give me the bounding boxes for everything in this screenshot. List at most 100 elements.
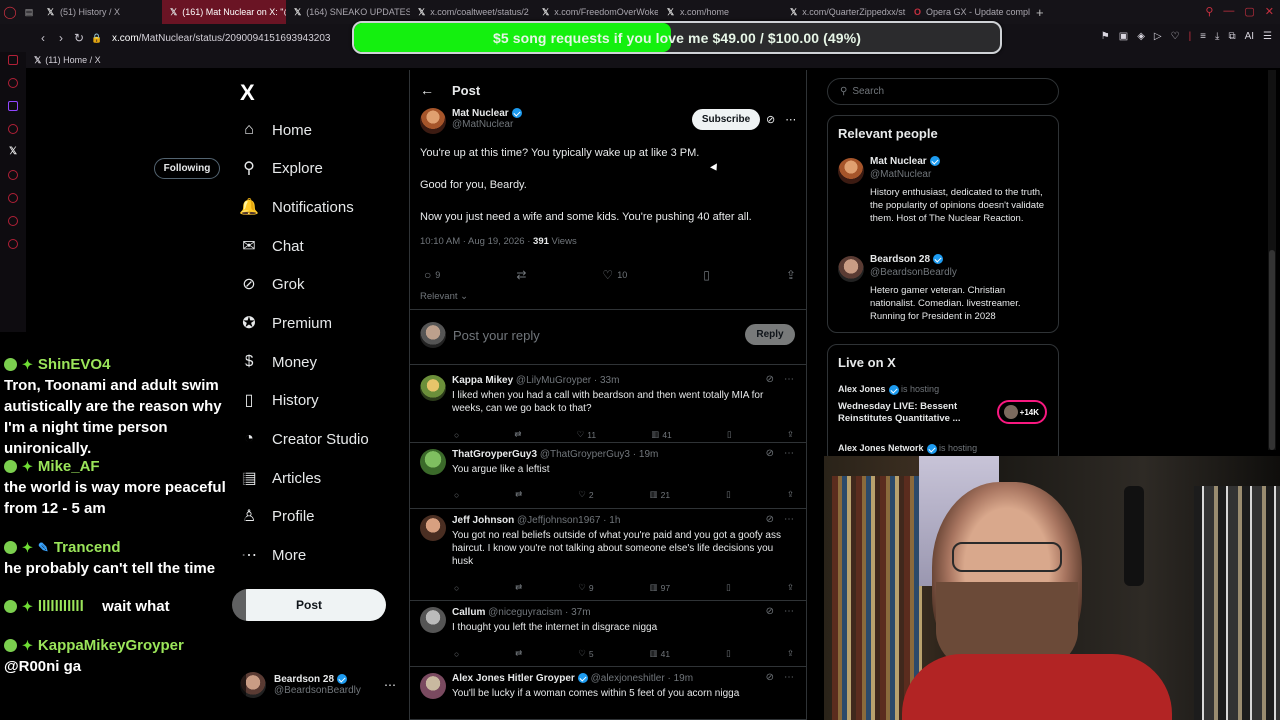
discord-icon[interactable] [8,124,18,134]
reply-item[interactable]: ThatGroyperGuy3 @ThatGroyperGuy3 · 19m ⊘ ⋯… [410,443,806,509]
main-menu-icon[interactable]: ☰ [1263,31,1272,42]
reply-icon[interactable]: ○ [454,429,459,440]
menu-lines-icon[interactable]: ≡ [1200,31,1206,42]
share-icon[interactable]: ⇪ [787,429,794,440]
following-button[interactable]: Following [154,158,220,179]
views-action[interactable]: ▥ 41 [651,429,672,440]
live-stream-title[interactable]: Wednesday LIVE: Bessent Reinstitutes Qua… [838,401,998,425]
bookmark-icon[interactable]: ▯ [726,489,731,500]
bookmark-action[interactable]: ▯ [703,268,710,282]
url-field[interactable]: x.com/MatNuclear/status/2090094151693943… [112,33,330,44]
grok-icon[interactable]: ⊘ [766,374,774,385]
reply-action[interactable]: ○ 9 [424,268,440,282]
post-timestamp[interactable]: 10:10 AM · Aug 19, 2026 · [420,236,533,247]
more-icon[interactable]: ⋯ [384,678,396,692]
minimize-icon[interactable]: — [1223,5,1234,18]
extensions-icon[interactable]: ⧉ [1228,31,1235,42]
browser-tab-active[interactable]: 𝕏 (161) Mat Nuclear on X: "@ [162,0,286,24]
grok-icon[interactable]: ⊘ [766,672,774,683]
close-icon[interactable]: ✕ [1265,5,1274,18]
clock-icon[interactable] [8,170,18,180]
reply-item[interactable]: Callum @niceguyracism · 37m ⊘ ⋯ I thought y… [410,601,806,667]
more-icon[interactable]: ⋯ [785,113,796,126]
play-icon[interactable]: ▷ [1154,31,1162,42]
cube-icon[interactable] [8,216,18,226]
search-input[interactable]: ⚲ Search [827,78,1059,105]
live-listeners-badge[interactable]: +14K [997,400,1047,424]
snapshot-icon[interactable]: ▣ [1119,31,1128,42]
nav-item-articles[interactable]: ▤ Articles [240,469,321,488]
twitch-icon[interactable] [8,101,18,111]
reply-item[interactable]: Jeff Johnson @Jeffjohnson1967 · 1h ⊘ ⋯ You … [410,509,806,601]
nav-item-home[interactable]: ⌂ Home [240,121,312,139]
x-logo[interactable]: X [240,80,255,106]
like-action[interactable]: ♡ 9 [578,582,593,593]
post-button[interactable]: Post [232,589,386,621]
nav-item-chat[interactable]: ✉ Chat [240,237,303,256]
back-arrow-icon[interactable]: ← [420,82,434,98]
like-action[interactable]: ♡ 10 [602,268,627,282]
reply-input[interactable]: Post your reply [453,328,540,343]
repost-icon[interactable]: ⇄ [515,582,522,593]
heart-icon[interactable]: ♡ [1171,31,1180,42]
repost-icon[interactable]: ⇄ [515,489,522,500]
shield-icon[interactable]: ◈ [1137,31,1145,42]
grok-icon[interactable]: ⊘ [766,113,775,126]
bookmark-icon[interactable]: ⚑ [1101,31,1110,42]
grok-icon[interactable]: ⊘ [766,606,774,617]
nav-item-explore[interactable]: ⚲ Explore [240,159,323,178]
more-icon[interactable]: ⋯ [784,606,794,617]
player-icon[interactable] [8,55,18,65]
bookmark-item[interactable]: (11) Home / X [45,55,100,65]
more-icon[interactable]: ⋯ [784,672,794,683]
share-icon[interactable]: ⇪ [787,489,794,500]
nav-item-history[interactable]: ▯ History [240,391,319,410]
more-icon[interactable]: ⋯ [784,448,794,459]
bookmark-icon[interactable]: ▯ [726,582,731,593]
reply-icon[interactable]: ○ [454,648,459,659]
forward-icon[interactable]: › [52,31,70,45]
settings-icon[interactable] [8,239,18,249]
repost-action[interactable]: ⇄ [516,268,526,282]
sort-dropdown[interactable]: Relevant ⌄ [420,291,468,302]
nav-item-premium[interactable]: ✪ Premium [240,314,332,333]
more-icon[interactable]: ⋯ [784,374,794,385]
post-author[interactable]: Mat Nuclear @MatNuclear [420,108,522,134]
account-switcher[interactable]: Beardson 28 @BeardsonBeardly ⋯ [240,672,396,698]
views-action[interactable]: ▥ 21 [650,489,671,500]
views-action[interactable]: ▥ 41 [650,648,671,659]
reply-icon[interactable]: ○ [454,582,459,593]
subscribe-button[interactable]: Subscribe [692,109,760,130]
nav-item-profile[interactable]: ♙ Profile [240,507,315,526]
tab-menu-icon[interactable]: ▤ [20,7,38,18]
ai-button[interactable]: AI [1245,31,1254,42]
reply-button[interactable]: Reply [745,324,795,345]
back-icon[interactable]: ‹ [34,31,52,45]
reply-icon[interactable]: ○ [454,489,459,500]
reply-item[interactable]: Kappa Mikey @LilyMuGroyper · 33m ⊘ ⋯ I like… [410,369,806,443]
x-sidebar-icon[interactable]: 𝕏 [8,147,18,157]
like-action[interactable]: ♡ 11 [577,429,596,440]
history-icon[interactable] [8,193,18,203]
nav-item-creator-studio[interactable]: ◔ Creator Studio [240,430,369,448]
nav-item-money[interactable]: $ Money [240,353,317,371]
nav-item-notifications[interactable]: 🔔 Notifications [239,198,354,217]
nav-item-more[interactable]: ⋯ More [240,546,306,565]
live-host-row[interactable]: Alex Jones Network is hosting [838,443,977,454]
repost-icon[interactable]: ⇄ [515,648,522,659]
share-icon[interactable]: ⇪ [787,648,794,659]
browser-tab[interactable]: 𝕏 (51) History / X [38,0,162,24]
repost-icon[interactable]: ⇄ [514,429,521,440]
views-action[interactable]: ▥ 97 [650,582,671,593]
share-icon[interactable]: ⇪ [787,582,794,593]
nav-item-grok[interactable]: ⊘ Grok [240,275,304,294]
bookmark-icon[interactable]: ▯ [726,648,731,659]
messenger-icon[interactable] [8,78,18,88]
share-action[interactable]: ⇪ [786,268,796,282]
grok-icon[interactable]: ⊘ [766,448,774,459]
grok-icon[interactable]: ⊘ [766,514,774,525]
bookmark-icon[interactable]: ▯ [727,429,732,440]
maximize-icon[interactable]: ▢ [1244,5,1254,18]
reply-item[interactable]: Alex Jones Hitler Groyper @alexjoneshitl… [410,667,806,720]
like-action[interactable]: ♡ 2 [578,489,593,500]
